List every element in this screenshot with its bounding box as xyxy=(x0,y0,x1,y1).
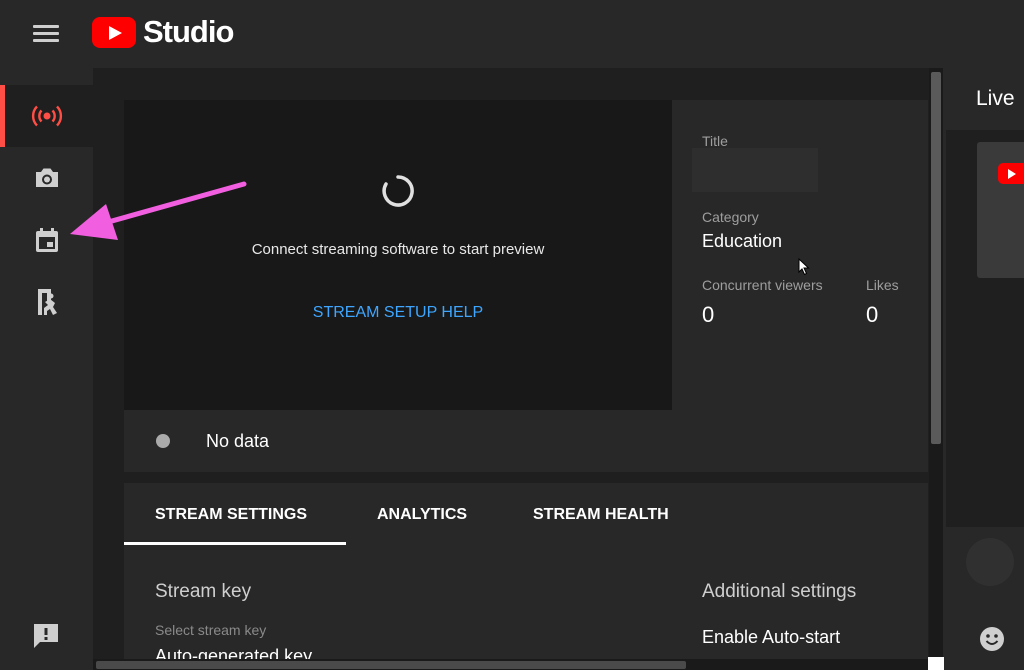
live-broadcast-icon xyxy=(31,105,62,127)
calendar-icon xyxy=(35,228,58,252)
title-value xyxy=(692,148,818,192)
concurrent-viewers-label: Concurrent viewers xyxy=(702,277,823,293)
live-header-text: Live xyxy=(976,87,1015,110)
enable-auto-start-label[interactable]: Enable Auto-start xyxy=(702,627,840,648)
sidebar-item-stream-manager[interactable] xyxy=(0,271,93,333)
horizontal-scrollbar-thumb[interactable] xyxy=(96,661,686,669)
category-value: Education xyxy=(702,231,783,251)
youtube-logo-icon[interactable] xyxy=(92,17,136,48)
camera-icon xyxy=(35,168,58,187)
feedback-button[interactable] xyxy=(31,621,61,651)
status-indicator-icon xyxy=(156,434,170,448)
tab-analytics[interactable]: ANALYTICS xyxy=(377,506,467,524)
annotation-arrow-icon xyxy=(70,181,247,240)
menu-icon[interactable] xyxy=(33,25,59,45)
stream-manager-icon xyxy=(37,289,57,315)
category-label: Category xyxy=(702,209,759,225)
feedback-icon xyxy=(34,624,58,648)
additional-settings-title: Additional settings xyxy=(702,581,857,602)
emoji-button[interactable] xyxy=(979,626,1005,652)
tab-stream-settings[interactable]: STREAM SETTINGS xyxy=(155,506,307,524)
concurrent-viewers-value: 0 xyxy=(702,302,715,327)
youtube-play-icon xyxy=(998,163,1024,184)
select-stream-key-label: Select stream key xyxy=(155,622,267,638)
status-text: No data xyxy=(206,431,270,451)
stream-key-title: Stream key xyxy=(155,581,252,602)
vertical-scrollbar-thumb[interactable] xyxy=(931,72,941,444)
tab-stream-health[interactable]: STREAM HEALTH xyxy=(533,506,669,524)
title-label: Title xyxy=(702,133,728,149)
likes-value: 0 xyxy=(866,302,879,327)
avatar xyxy=(966,538,1014,586)
app-logo-text[interactable]: Studio xyxy=(143,14,234,50)
sidebar-item-live[interactable] xyxy=(0,85,93,147)
scroll-corner xyxy=(928,657,944,670)
mouse-cursor-icon xyxy=(798,258,810,276)
emoji-icon xyxy=(980,627,1004,651)
loading-spinner-icon xyxy=(382,175,414,207)
stream-setup-help-link[interactable]: STREAM SETUP HELP xyxy=(124,304,672,322)
likes-label: Likes xyxy=(866,277,899,293)
